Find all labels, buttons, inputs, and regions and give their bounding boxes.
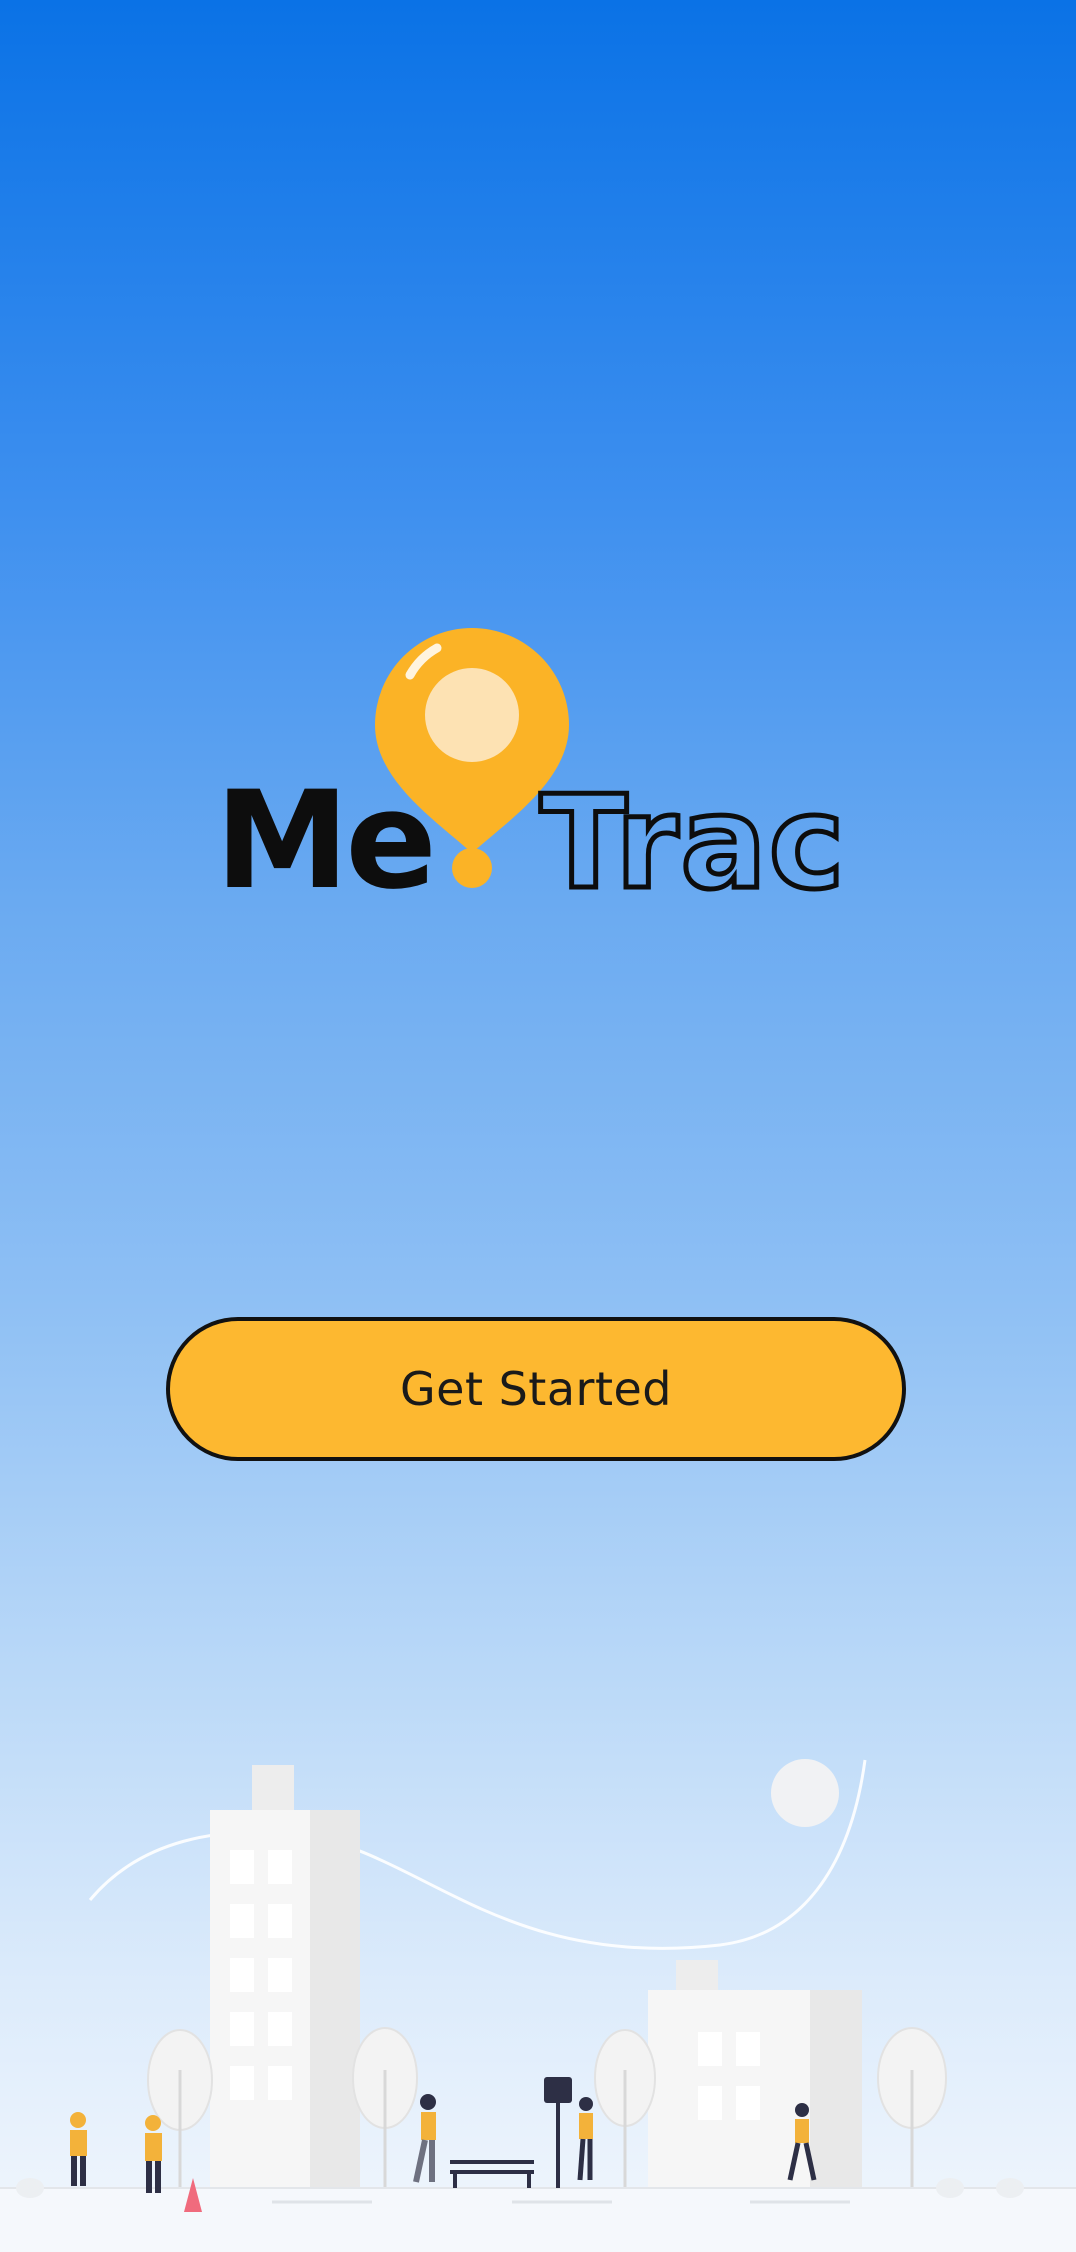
splash-screen: Me Trac Get Started [0,0,1076,2252]
street-sign-icon [544,2077,572,2188]
small-building [648,1960,862,2188]
tall-building [210,1765,360,2188]
bench-icon [450,2160,534,2188]
get-started-button[interactable]: Get Started [166,1317,906,1461]
moon-icon [771,1759,839,1827]
app-logo: Me Trac [205,615,855,915]
logo-text-trac: Trac [540,769,847,915]
get-started-label: Get Started [400,1362,672,1416]
city-street-illustration [0,1740,1076,2252]
